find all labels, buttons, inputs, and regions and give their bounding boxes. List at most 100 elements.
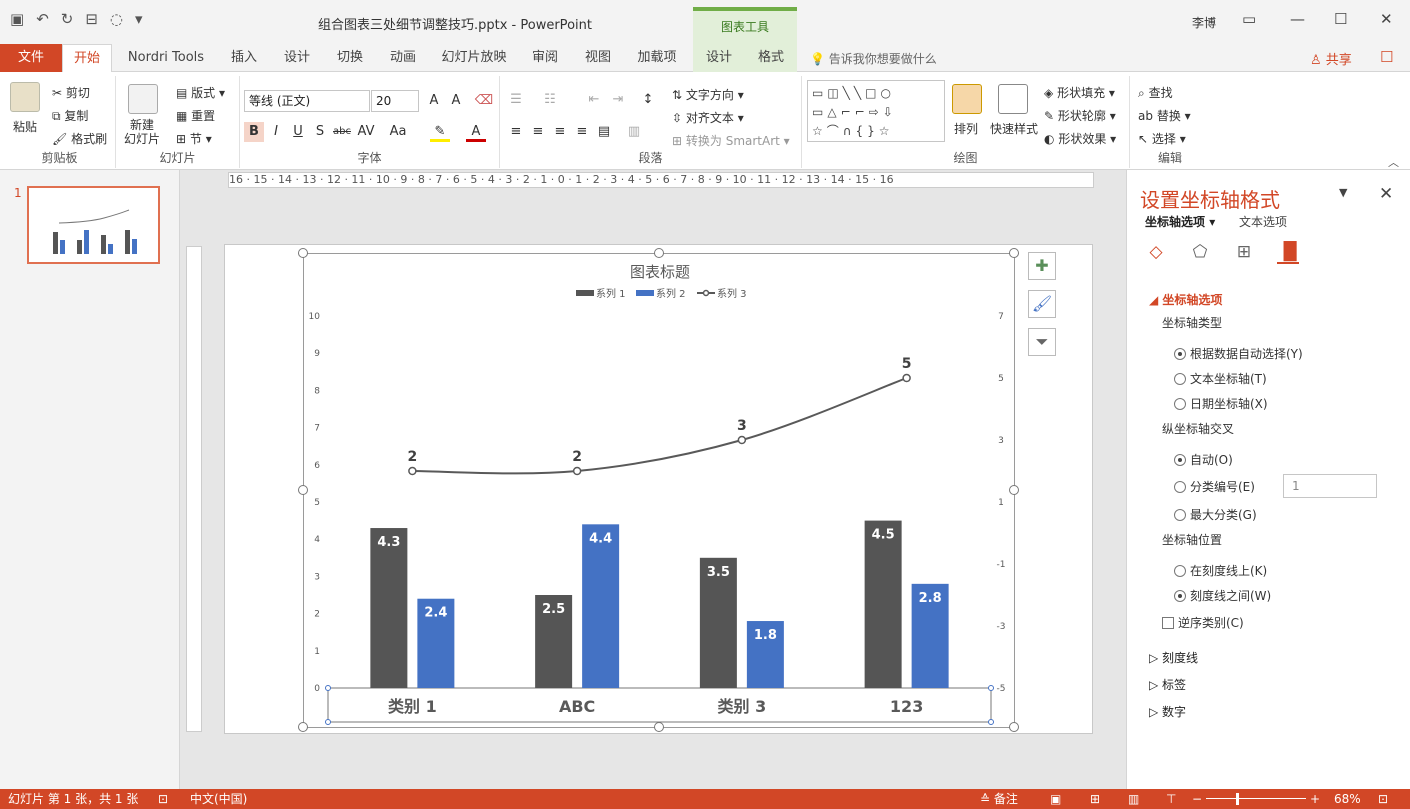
section-axis-options[interactable]: ◢ 坐标轴选项 — [1149, 291, 1222, 308]
effects-icon[interactable]: ⬠ — [1189, 242, 1211, 264]
resize-handle-left[interactable] — [298, 485, 308, 495]
shapes-gallery[interactable]: ▭◫╲╲□○ ▭△⌐⌐⇨⇩ ☆⌒∩{}☆ — [807, 80, 945, 142]
tab-addins[interactable]: 加载项 — [630, 44, 684, 72]
underline-icon[interactable]: U — [288, 122, 308, 142]
bullets-icon[interactable]: ☰ — [506, 90, 526, 110]
slide-sorter-icon[interactable]: ⊞ — [1090, 789, 1100, 809]
distributed-icon[interactable]: ▤ — [594, 122, 614, 142]
italic-icon[interactable]: I — [266, 122, 286, 142]
bold-icon[interactable]: B — [244, 122, 264, 142]
new-slide-button[interactable]: 新建 幻灯片 — [124, 118, 160, 146]
font-name-combo[interactable]: 等线 (正文) — [244, 90, 370, 112]
align-text-button[interactable]: ⇳ 对齐文本 ▾ — [672, 109, 744, 126]
reverse-order-checkbox[interactable]: 逆序类别(C) — [1162, 614, 1244, 631]
columns-icon[interactable]: ▥ — [624, 122, 644, 142]
replace-button[interactable]: ab 替换 ▾ — [1138, 107, 1191, 124]
align-right-icon[interactable]: ≡ — [550, 122, 570, 142]
radio-on-tick-marks[interactable]: 在刻度线上(K) — [1174, 562, 1267, 579]
tell-me-search[interactable]: 💡 告诉我你想要做什么 — [810, 50, 937, 67]
justify-icon[interactable]: ≡ — [572, 122, 592, 142]
section-button[interactable]: ⊞ 节 ▾ — [176, 130, 212, 147]
customize-qat-icon[interactable]: ▾ — [135, 10, 143, 28]
resize-handle-right[interactable] — [1009, 485, 1019, 495]
shape-effects-button[interactable]: ◐ 形状效果 ▾ — [1044, 130, 1116, 147]
section-number[interactable]: ▷ 数字 — [1149, 703, 1186, 720]
reset-button[interactable]: ▦ 重置 — [176, 107, 215, 124]
tab-animations[interactable]: 动画 — [381, 44, 425, 72]
increase-indent-icon[interactable]: ⇥ — [608, 90, 628, 110]
strikethrough-icon[interactable]: abc — [332, 122, 352, 142]
new-slide-icon[interactable] — [128, 84, 158, 114]
shape-outline-button[interactable]: ✎ 形状轮廓 ▾ — [1044, 107, 1116, 124]
section-tick-marks[interactable]: ▷ 刻度线 — [1149, 649, 1198, 666]
undo-icon[interactable]: ↶ — [36, 10, 49, 28]
tab-view[interactable]: 视图 — [576, 44, 620, 72]
radio-crosses-max-category[interactable]: 最大分类(G) — [1174, 506, 1257, 523]
align-center-icon[interactable]: ≡ — [528, 122, 548, 142]
tab-nordri-tools[interactable]: Nordri Tools — [118, 44, 214, 72]
select-button[interactable]: ↖ 选择 ▾ — [1138, 130, 1186, 147]
change-case-icon[interactable]: Aa — [388, 122, 408, 142]
language[interactable]: 中文(中国) — [190, 789, 247, 809]
cut-button[interactable]: ✂ 剪切 — [52, 84, 90, 101]
tab-insert[interactable]: 插入 — [222, 44, 266, 72]
axis-options-icon[interactable]: ▐▌ — [1277, 242, 1303, 264]
quick-styles-button[interactable]: 快速样式 — [990, 120, 1038, 137]
tab-file[interactable]: 文件 — [0, 44, 62, 72]
text-direction-button[interactable]: ⇅ 文字方向 ▾ — [672, 86, 744, 103]
ribbon-display-options-icon[interactable]: ▭ — [1242, 10, 1256, 28]
minimize-icon[interactable]: — — [1290, 10, 1305, 28]
font-color-icon[interactable]: A — [466, 122, 486, 142]
radio-text-axis[interactable]: 文本坐标轴(T) — [1174, 370, 1267, 387]
user-name[interactable]: 李博 — [1192, 14, 1216, 31]
radio-crosses-auto[interactable]: 自动(O) — [1174, 451, 1233, 468]
shadow-icon[interactable]: S — [310, 122, 330, 142]
zoom-out-icon[interactable]: − — [1192, 789, 1202, 809]
chart-object[interactable]: 图表标题 系列 1 系列 2 系列 3 0 1 2 3 4 5 6 7 8 9 10 -5 -3 -1 1 3 5 7 4.… — [298, 248, 1019, 732]
chart-styles-button[interactable]: 🖌 — [1028, 290, 1056, 318]
char-spacing-icon[interactable]: AV — [356, 122, 376, 142]
zoom-in-icon[interactable]: + — [1310, 789, 1320, 809]
clear-formatting-icon[interactable]: ⌫ — [474, 91, 494, 111]
maximize-icon[interactable]: ☐ — [1334, 10, 1347, 28]
tab-text-options[interactable]: 文本选项 — [1239, 213, 1287, 230]
pane-close-icon[interactable]: ✕ — [1379, 184, 1393, 204]
paste-icon[interactable] — [10, 82, 40, 112]
arrange-icon[interactable] — [952, 84, 982, 114]
copy-button[interactable]: ⧉ 复制 — [52, 107, 88, 124]
radio-between-tick-marks[interactable]: 刻度线之间(W) — [1174, 587, 1271, 604]
fit-slide-icon[interactable]: ⊡ — [1378, 789, 1388, 809]
comments-icon[interactable]: ☐ — [1380, 48, 1393, 66]
collapse-ribbon-icon[interactable]: ︿ — [1388, 154, 1399, 170]
tab-design[interactable]: 设计 — [275, 44, 319, 72]
close-window-icon[interactable]: ✕ — [1380, 10, 1393, 28]
resize-handle-bottom[interactable] — [654, 722, 664, 732]
pane-options-dropdown-icon[interactable]: ▼ — [1339, 186, 1347, 199]
resize-handle-top-left[interactable] — [298, 248, 308, 258]
reading-view-icon[interactable]: ▥ — [1128, 789, 1139, 809]
slideshow-icon[interactable]: ⊤ — [1166, 789, 1176, 809]
increase-font-icon[interactable]: A — [424, 91, 444, 111]
resize-handle-bottom-right[interactable] — [1009, 722, 1019, 732]
tab-chart-design[interactable]: 设计 — [693, 44, 745, 72]
tab-home[interactable]: 开始 — [62, 44, 112, 73]
highlight-icon[interactable]: ✎ — [430, 122, 450, 142]
numbering-icon[interactable]: ☷ — [540, 90, 560, 110]
paste-button[interactable]: 粘贴 — [13, 118, 37, 135]
resize-handle-top-right[interactable] — [1009, 248, 1019, 258]
zoom-slider-thumb[interactable] — [1236, 793, 1239, 805]
radio-auto-select[interactable]: 根据数据自动选择(Y) — [1174, 345, 1303, 362]
spellcheck-icon[interactable]: ⊡ — [158, 789, 168, 809]
decrease-indent-icon[interactable]: ⇤ — [584, 90, 604, 110]
fill-line-icon[interactable]: ◇ — [1145, 242, 1167, 264]
line-spacing-icon[interactable]: ↕ — [638, 90, 658, 110]
tab-chart-format[interactable]: 格式 — [745, 44, 797, 72]
resize-handle-top[interactable] — [654, 248, 664, 258]
zoom-slider[interactable] — [1206, 798, 1306, 799]
section-labels[interactable]: ▷ 标签 — [1149, 676, 1186, 693]
notes-button[interactable]: ≙ 备注 — [980, 789, 1018, 809]
category-number-input[interactable]: 1 — [1283, 474, 1377, 498]
decrease-font-icon[interactable]: A — [446, 91, 466, 111]
tab-transitions[interactable]: 切换 — [328, 44, 372, 72]
convert-smartart-button[interactable]: ⊞ 转换为 SmartArt ▾ — [672, 132, 790, 149]
